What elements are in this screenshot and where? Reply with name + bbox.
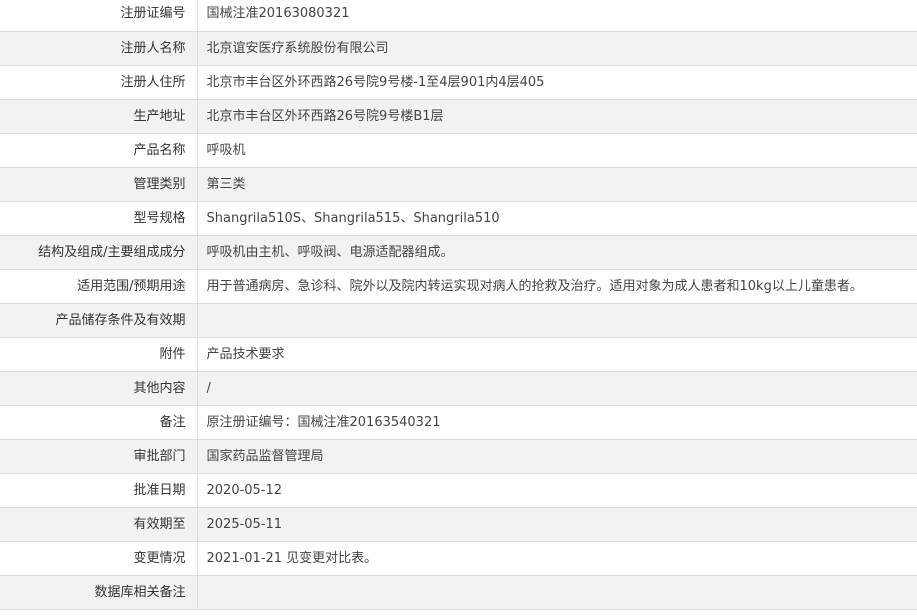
row-change-history: 变更情况 2021-01-21 见变更对比表。 bbox=[0, 541, 917, 576]
registrant-address-label: 注册人住所 bbox=[0, 65, 198, 100]
row-approval-date: 批准日期 2020-05-12 bbox=[0, 473, 917, 508]
row-management-category: 管理类别 第三类 bbox=[0, 167, 917, 202]
database-remarks-label: 数据库相关备注 bbox=[0, 575, 198, 610]
other-content-value: / bbox=[197, 371, 917, 406]
registration-number-value: 国械注准20163080321 bbox=[197, 0, 917, 32]
model-spec-value: Shangrila510S、Shangrila515、Shangrila510 bbox=[197, 201, 917, 236]
storage-conditions-value bbox=[197, 303, 917, 338]
storage-conditions-label: 产品储存条件及有效期 bbox=[0, 303, 198, 338]
attachment-label: 附件 bbox=[0, 337, 198, 372]
management-category-label: 管理类别 bbox=[0, 167, 198, 202]
row-remarks: 备注 原注册证编号：国械注准20163540321 bbox=[0, 405, 917, 440]
row-structure-composition: 结构及组成/主要组成成分 呼吸机由主机、呼吸阀、电源适配器组成。 bbox=[0, 235, 917, 270]
production-address-value: 北京市丰台区外环西路26号院9号楼B1层 bbox=[197, 99, 917, 134]
approval-date-value: 2020-05-12 bbox=[197, 473, 917, 508]
management-category-value: 第三类 bbox=[197, 167, 917, 202]
intended-use-value: 用于普通病房、急诊科、院外以及院内转运实现对病人的抢救及治疗。适用对象为成人患者… bbox=[197, 269, 917, 304]
database-remarks-value bbox=[197, 575, 917, 610]
change-history-label: 变更情况 bbox=[0, 541, 198, 576]
approval-department-value: 国家药品监督管理局 bbox=[197, 439, 917, 474]
row-model-spec: 型号规格 Shangrila510S、Shangrila515、Shangril… bbox=[0, 201, 917, 236]
row-other-content: 其他内容 / bbox=[0, 371, 917, 406]
remarks-value: 原注册证编号：国械注准20163540321 bbox=[197, 405, 917, 440]
registration-number-label: 注册证编号 bbox=[0, 0, 198, 32]
registration-detail-table: 注册证编号 国械注准20163080321 注册人名称 北京谊安医疗系统股份有限… bbox=[0, 0, 917, 610]
other-content-label: 其他内容 bbox=[0, 371, 198, 406]
structure-composition-label: 结构及组成/主要组成成分 bbox=[0, 235, 198, 270]
model-spec-label: 型号规格 bbox=[0, 201, 198, 236]
row-registration-number: 注册证编号 国械注准20163080321 bbox=[0, 0, 917, 32]
approval-date-label: 批准日期 bbox=[0, 473, 198, 508]
change-history-value: 2021-01-21 见变更对比表。 bbox=[197, 541, 917, 576]
row-storage-conditions: 产品储存条件及有效期 bbox=[0, 303, 917, 338]
row-registrant-address: 注册人住所 北京市丰台区外环西路26号院9号楼-1至4层901内4层405 bbox=[0, 65, 917, 100]
valid-until-value: 2025-05-11 bbox=[197, 507, 917, 542]
intended-use-label: 适用范围/预期用途 bbox=[0, 269, 198, 304]
row-product-name: 产品名称 呼吸机 bbox=[0, 133, 917, 168]
production-address-label: 生产地址 bbox=[0, 99, 198, 134]
row-valid-until: 有效期至 2025-05-11 bbox=[0, 507, 917, 542]
attachment-value: 产品技术要求 bbox=[197, 337, 917, 372]
row-approval-department: 审批部门 国家药品监督管理局 bbox=[0, 439, 917, 474]
registrant-name-value: 北京谊安医疗系统股份有限公司 bbox=[197, 31, 917, 66]
product-name-label: 产品名称 bbox=[0, 133, 198, 168]
valid-until-label: 有效期至 bbox=[0, 507, 198, 542]
row-database-remarks: 数据库相关备注 bbox=[0, 575, 917, 610]
product-name-value: 呼吸机 bbox=[197, 133, 917, 168]
registrant-address-value: 北京市丰台区外环西路26号院9号楼-1至4层901内4层405 bbox=[197, 65, 917, 100]
row-attachment: 附件 产品技术要求 bbox=[0, 337, 917, 372]
row-registrant-name: 注册人名称 北京谊安医疗系统股份有限公司 bbox=[0, 31, 917, 66]
row-intended-use: 适用范围/预期用途 用于普通病房、急诊科、院外以及院内转运实现对病人的抢救及治疗… bbox=[0, 269, 917, 304]
remarks-label: 备注 bbox=[0, 405, 198, 440]
structure-composition-value: 呼吸机由主机、呼吸阀、电源适配器组成。 bbox=[197, 235, 917, 270]
row-production-address: 生产地址 北京市丰台区外环西路26号院9号楼B1层 bbox=[0, 99, 917, 134]
approval-department-label: 审批部门 bbox=[0, 439, 198, 474]
registrant-name-label: 注册人名称 bbox=[0, 31, 198, 66]
